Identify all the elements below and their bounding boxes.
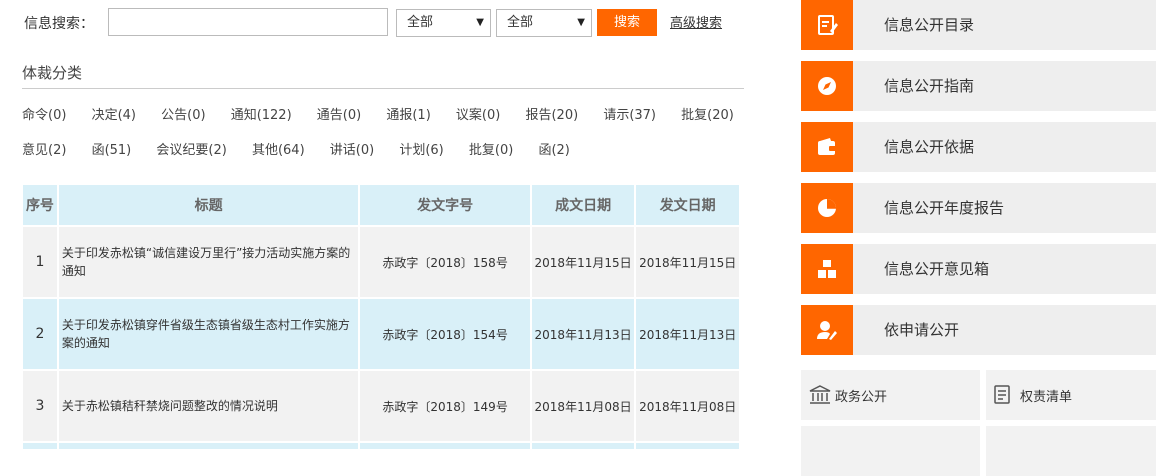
sidebar-item-label: 依申请公开 — [884, 321, 960, 339]
row-cell — [57, 441, 361, 449]
divider — [22, 88, 744, 89]
compass-icon — [801, 61, 853, 111]
sidebar-item-label: 信息公开指南 — [884, 77, 975, 95]
row-number: 3 — [23, 369, 59, 442]
table-row: 1 关于印发赤松镇“诚信建设万里行”接力活动实施方案的通知 赤政字〔2018〕1… — [23, 225, 741, 298]
dropdown-arrow-icon: ▼ — [476, 17, 484, 28]
row-number: 2 — [23, 297, 59, 370]
category-link[interactable]: 公告(0) — [161, 108, 205, 123]
quick-link-label: 权责清单 — [1020, 390, 1073, 405]
category-link[interactable]: 函(51) — [92, 143, 132, 158]
topic-select-value: 全部 — [507, 15, 534, 30]
genre-select-value: 全部 — [407, 15, 434, 30]
sidebar-item-annual-report[interactable]: 信息公开年度报告 — [801, 183, 1156, 233]
row-cell — [530, 441, 637, 449]
category-link[interactable]: 议案(0) — [456, 108, 500, 123]
column-header-number: 序号 — [23, 185, 59, 226]
genre-select[interactable]: 全部 ▼ — [396, 9, 491, 37]
wallet-icon — [801, 122, 853, 172]
category-link[interactable]: 讲话(0) — [330, 143, 374, 158]
search-label: 信息搜索： — [24, 16, 94, 32]
quick-link-gov-affairs[interactable]: 政务公开 — [801, 370, 980, 420]
sidebar-item-label: 信息公开目录 — [884, 16, 975, 34]
row-issued-date: 2018年11月08日 — [635, 369, 741, 442]
topic-select[interactable]: 全部 ▼ — [496, 9, 592, 37]
category-link[interactable]: 会议纪要(2) — [156, 143, 226, 158]
document-table: 序号 标题 发文字号 成文日期 发文日期 1 关于印发赤松镇“诚信建设万里行”接… — [23, 185, 741, 449]
category-row: 命令(0) 决定(4) 公告(0) 通知(122) 通告(0) 通报(1) 议案… — [22, 104, 744, 126]
search-bar: 信息搜索： 全部 ▼ 全部 ▼ 搜索 高级搜索 — [24, 8, 744, 38]
quick-link-partial[interactable] — [986, 426, 1156, 476]
quick-link-label: 政务公开 — [835, 390, 888, 405]
category-link[interactable]: 其他(64) — [252, 143, 305, 158]
pie-chart-icon — [801, 183, 853, 233]
row-written-date: 2018年11月13日 — [530, 297, 637, 370]
row-cell — [359, 441, 532, 449]
category-link[interactable]: 意见(2) — [22, 143, 66, 158]
edit-document-icon — [801, 0, 853, 50]
sidebar-item-feedback-box[interactable]: 信息公开意见箱 — [801, 244, 1156, 294]
column-header-code: 发文字号 — [359, 185, 532, 226]
row-doc-code: 赤政字〔2018〕149号 — [359, 369, 532, 442]
row-written-date: 2018年11月15日 — [530, 225, 637, 298]
category-link[interactable]: 通告(0) — [317, 108, 361, 123]
category-link[interactable]: 函(2) — [538, 143, 569, 158]
sidebar-item-label: 信息公开年度报告 — [884, 199, 1005, 217]
row-number: 1 — [23, 225, 59, 298]
row-title-link[interactable]: 关于印发赤松镇穿件省级生态镇省级生态村工作实施方案的通知 — [57, 297, 361, 370]
section-title: 体裁分类 — [22, 64, 83, 82]
sidebar-item-label: 信息公开意见箱 — [884, 260, 990, 278]
category-link[interactable]: 通报(1) — [386, 108, 430, 123]
table-row: 2 关于印发赤松镇穿件省级生态镇省级生态村工作实施方案的通知 赤政字〔2018〕… — [23, 297, 741, 370]
government-building-icon — [809, 385, 831, 404]
category-link[interactable]: 批复(0) — [469, 143, 513, 158]
search-button[interactable]: 搜索 — [597, 9, 657, 36]
boxes-icon — [801, 244, 853, 294]
category-link[interactable]: 命令(0) — [22, 108, 66, 123]
category-row: 意见(2) 函(51) 会议纪要(2) 其他(64) 讲话(0) 计划(6) 批… — [22, 139, 744, 161]
sidebar-item-catalog[interactable]: 信息公开目录 — [801, 0, 1156, 50]
row-written-date: 2018年11月08日 — [530, 369, 637, 442]
dropdown-arrow-icon: ▼ — [577, 17, 585, 28]
row-issued-date: 2018年11月15日 — [635, 225, 741, 298]
advanced-search-link[interactable]: 高级搜索 — [670, 12, 722, 31]
quick-link-responsibility-list[interactable]: 权责清单 — [986, 370, 1156, 420]
row-cell — [23, 441, 59, 449]
table-row — [23, 441, 741, 449]
search-input[interactable] — [108, 8, 388, 36]
category-link[interactable]: 通知(122) — [231, 108, 292, 123]
user-edit-icon — [801, 305, 853, 355]
row-issued-date: 2018年11月13日 — [635, 297, 741, 370]
row-title-link[interactable]: 关于印发赤松镇“诚信建设万里行”接力活动实施方案的通知 — [57, 225, 361, 298]
quick-link-partial[interactable] — [801, 426, 980, 476]
sidebar-item-apply[interactable]: 依申请公开 — [801, 305, 1156, 355]
category-link[interactable]: 请示(37) — [603, 108, 656, 123]
row-title-link[interactable]: 关于赤松镇秸秆禁烧问题整改的情况说明 — [57, 369, 361, 442]
row-doc-code: 赤政字〔2018〕154号 — [359, 297, 532, 370]
category-link[interactable]: 决定(4) — [92, 108, 136, 123]
table-row: 3 关于赤松镇秸秆禁烧问题整改的情况说明 赤政字〔2018〕149号 2018年… — [23, 369, 741, 442]
sidebar-item-basis[interactable]: 信息公开依据 — [801, 122, 1156, 172]
column-header-written-date: 成文日期 — [530, 185, 637, 226]
category-link[interactable]: 计划(6) — [399, 143, 443, 158]
row-cell — [635, 441, 741, 449]
table-header-row: 序号 标题 发文字号 成文日期 发文日期 — [23, 185, 741, 226]
category-link[interactable]: 报告(20) — [525, 108, 578, 123]
list-document-icon — [994, 385, 1010, 404]
sidebar-item-guide[interactable]: 信息公开指南 — [801, 61, 1156, 111]
column-header-title: 标题 — [57, 185, 361, 226]
category-list: 命令(0) 决定(4) 公告(0) 通知(122) 通告(0) 通报(1) 议案… — [22, 104, 744, 174]
row-doc-code: 赤政字〔2018〕158号 — [359, 225, 532, 298]
sidebar-item-label: 信息公开依据 — [884, 138, 975, 156]
column-header-issued-date: 发文日期 — [635, 185, 741, 226]
category-link[interactable]: 批复(20) — [681, 108, 734, 123]
